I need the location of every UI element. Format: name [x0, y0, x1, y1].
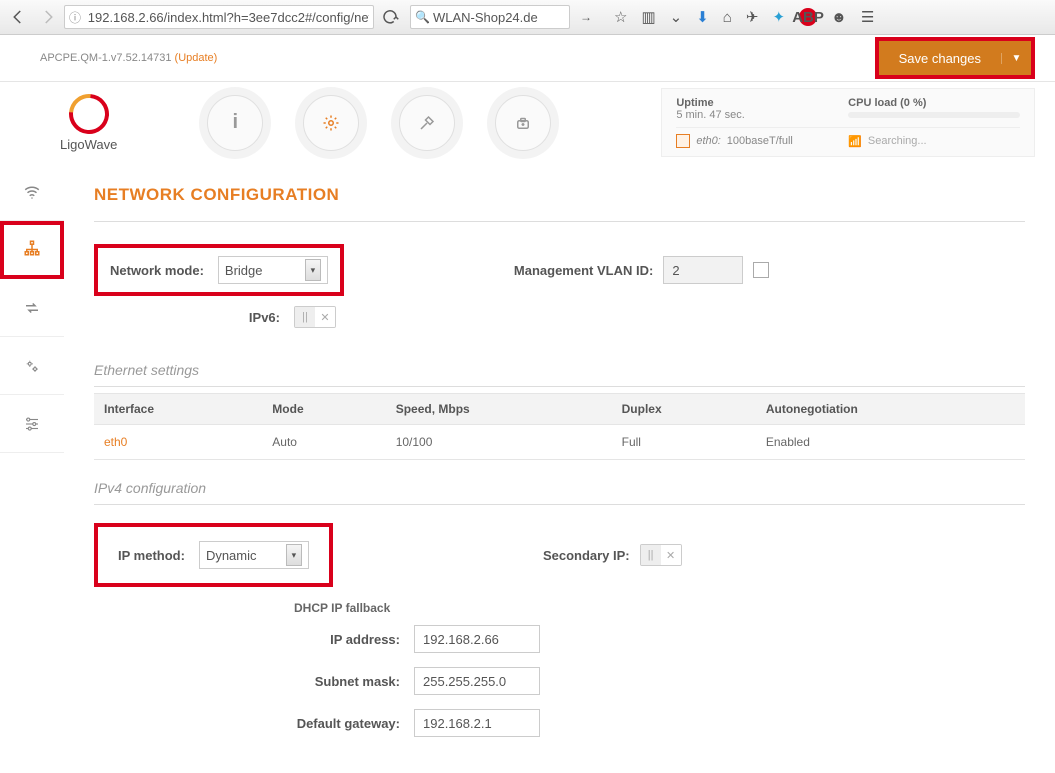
logo-text: LigoWave	[60, 137, 117, 152]
ipv6-toggle[interactable]: || ✕	[294, 306, 336, 328]
eth-status[interactable]: eth0: 100baseT/full	[676, 134, 848, 148]
reload-button[interactable]	[376, 3, 404, 31]
toggle-off-icon: ✕	[661, 545, 681, 565]
tools-button[interactable]	[399, 95, 455, 151]
url-bar[interactable]: ⓘ	[64, 5, 374, 29]
chat-icon[interactable]: ☻	[831, 9, 847, 26]
sidebar-item-traffic[interactable]	[0, 279, 64, 337]
ip-method-select[interactable]: Dynamic ▾	[199, 541, 309, 569]
ethernet-section-title: Ethernet settings	[94, 342, 1025, 387]
downloads-icon[interactable]: ⬇	[696, 8, 709, 26]
eth-icon	[676, 134, 690, 148]
search-input[interactable]	[433, 10, 565, 25]
cpu-bar	[848, 112, 1020, 118]
toggle-on-icon: ||	[295, 307, 315, 327]
vlan-input[interactable]	[663, 256, 743, 284]
settings-button[interactable]	[303, 95, 359, 151]
update-link[interactable]: (Update)	[175, 52, 218, 64]
info-button[interactable]: i	[207, 95, 263, 151]
ip-address-label: IP address:	[94, 632, 414, 647]
sidebar-item-wireless[interactable]	[0, 163, 64, 221]
sidebar-item-services[interactable]	[0, 337, 64, 395]
table-row[interactable]: eth0 Auto 10/100 Full Enabled	[94, 425, 1025, 460]
firmware-version: APCPE.QM-1.v7.52.14731 (Update)	[40, 52, 217, 64]
uptime-value: 5 min. 47 sec.	[676, 109, 848, 121]
ipv6-label: IPv6:	[94, 310, 294, 325]
chevron-down-icon: ▾	[305, 259, 321, 281]
toolbar-icons: ☆ ▥ ⌄ ⬇ ⌂ ✈ ✦ ABP ☻ ☰	[602, 8, 886, 26]
vlan-checkbox[interactable]	[753, 262, 769, 278]
browser-toolbar: ⓘ 🔍 → ☆ ▥ ⌄ ⬇ ⌂ ✈ ✦ ABP ☻ ☰	[0, 0, 1055, 35]
cpu-label: CPU load (0 %)	[848, 97, 1020, 109]
search-go-button[interactable]: →	[572, 3, 600, 31]
send-icon[interactable]: ✈	[746, 8, 759, 26]
header-row: LigoWave i Uptime 5 min. 47 sec. CPU loa…	[0, 82, 1055, 163]
back-button[interactable]	[4, 3, 32, 31]
adblock-icon[interactable]: ABP	[799, 8, 817, 26]
sidebar-item-network[interactable]	[23, 239, 41, 262]
library-icon[interactable]: ▥	[641, 8, 655, 26]
eth-col-speed: Speed, Mbps	[386, 394, 612, 425]
eth-col-interface: Interface	[94, 394, 262, 425]
eth-col-mode: Mode	[262, 394, 385, 425]
subnet-mask-input[interactable]	[414, 667, 540, 695]
wifi-icon: 📶	[848, 135, 862, 148]
network-mode-select[interactable]: Bridge ▾	[218, 256, 328, 284]
eth-col-duplex: Duplex	[612, 394, 756, 425]
secondary-ip-label: Secondary IP:	[543, 548, 630, 563]
ip-method-label: IP method:	[118, 548, 199, 563]
menu-icon[interactable]: ☰	[861, 8, 874, 26]
forward-button[interactable]	[34, 3, 62, 31]
toggle-off-icon: ✕	[315, 307, 335, 327]
vlan-label: Management VLAN ID:	[514, 263, 653, 278]
network-mode-highlight: Network mode: Bridge ▾	[94, 244, 344, 296]
search-bar[interactable]: 🔍	[410, 5, 570, 29]
wifi-status[interactable]: 📶 Searching...	[848, 134, 1020, 148]
ip-address-input[interactable]	[414, 625, 540, 653]
bookmark-star-icon[interactable]: ☆	[614, 8, 627, 26]
logo-mark	[60, 85, 116, 141]
logo: LigoWave	[60, 94, 117, 152]
uptime-label: Uptime	[676, 97, 848, 109]
app-topbar: APCPE.QM-1.v7.52.14731 (Update) Save cha…	[0, 35, 1055, 82]
save-changes-button[interactable]: Save changes ▼	[879, 41, 1031, 75]
main-layout: NETWORK CONFIGURATION Network mode: Brid…	[0, 163, 1055, 773]
secondary-ip-toggle[interactable]: || ✕	[640, 544, 682, 566]
dhcp-fallback-heading: DHCP IP fallback	[294, 601, 1025, 615]
pocket-icon[interactable]: ⌄	[670, 8, 683, 26]
ipv4-section-title: IPv4 configuration	[94, 460, 1025, 505]
sidebar-item-system[interactable]	[0, 395, 64, 453]
chevron-down-icon: ▾	[286, 544, 302, 566]
toggle-on-icon: ||	[641, 545, 661, 565]
url-input[interactable]	[88, 10, 369, 25]
subnet-mask-label: Subnet mask:	[94, 674, 414, 689]
default-gateway-label: Default gateway:	[94, 716, 414, 731]
eth-col-auto: Autonegotiation	[756, 394, 1025, 425]
support-button[interactable]	[495, 95, 551, 151]
identity-icon[interactable]: ⓘ	[69, 9, 88, 26]
page-title: NETWORK CONFIGURATION	[94, 185, 1025, 222]
save-dropdown-caret[interactable]: ▼	[1001, 53, 1031, 64]
search-icon: 🔍	[415, 10, 430, 24]
ip-method-highlight: IP method: Dynamic ▾	[94, 523, 333, 587]
content: NETWORK CONFIGURATION Network mode: Brid…	[64, 163, 1055, 773]
save-highlight: Save changes ▼	[875, 37, 1035, 79]
network-mode-label: Network mode:	[110, 263, 218, 278]
sidebar	[0, 163, 64, 773]
eth-iface-link[interactable]: eth0	[94, 425, 262, 460]
default-gateway-input[interactable]	[414, 709, 540, 737]
home-icon[interactable]: ⌂	[723, 9, 732, 26]
ethernet-table: Interface Mode Speed, Mbps Duplex Autone…	[94, 393, 1025, 460]
extension-icon[interactable]: ✦	[772, 8, 785, 26]
status-panel: Uptime 5 min. 47 sec. CPU load (0 %) eth…	[661, 88, 1035, 157]
sidebar-item-network-highlight	[0, 221, 64, 279]
